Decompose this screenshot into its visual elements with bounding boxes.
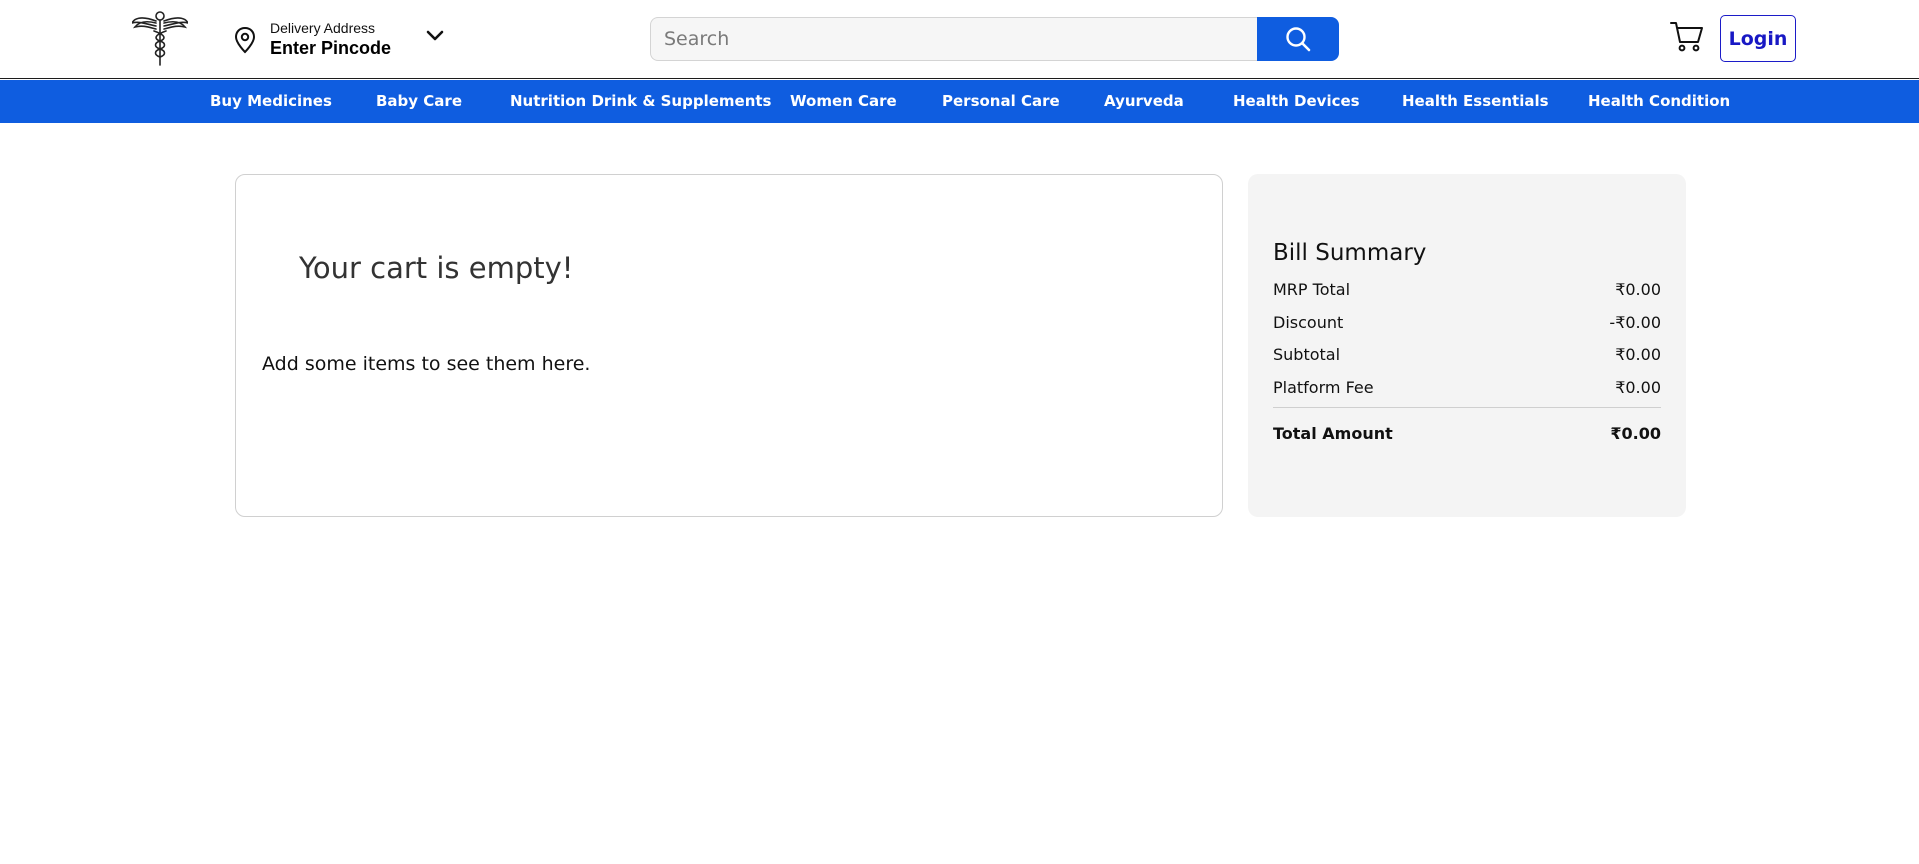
bill-row-value: ₹0.00 (1615, 378, 1661, 397)
cart-icon[interactable] (1670, 20, 1704, 53)
bill-row-label: MRP Total (1273, 280, 1351, 299)
nav-item-health-condition[interactable]: Health Condition (1588, 80, 1730, 123)
bill-row-subtotal: Subtotal ₹0.00 (1273, 345, 1661, 367)
nav-item-buy-medicines[interactable]: Buy Medicines (210, 80, 332, 123)
bill-row-label: Discount (1273, 313, 1344, 332)
bill-summary: Bill Summary MRP Total ₹0.00 Discount -₹… (1248, 174, 1686, 517)
login-button[interactable]: Login (1720, 15, 1796, 62)
bill-row-label: Subtotal (1273, 345, 1341, 364)
total-amount-value: ₹0.00 (1610, 424, 1661, 443)
bill-row-value: -₹0.00 (1609, 313, 1661, 332)
nav-item-personal-care[interactable]: Personal Care (942, 80, 1060, 123)
bill-row-total-amount: Total Amount ₹0.00 (1273, 424, 1661, 446)
empty-cart-title: Your cart is empty! (299, 251, 574, 285)
total-amount-label: Total Amount (1273, 424, 1393, 443)
bill-row-platform-fee: Platform Fee ₹0.00 (1273, 378, 1661, 400)
nav-item-women-care[interactable]: Women Care (790, 80, 897, 123)
search-button[interactable] (1257, 17, 1339, 61)
bill-row-mrp-total: MRP Total ₹0.00 (1273, 280, 1661, 302)
category-nav: Buy Medicines Baby Care Nutrition Drink … (0, 80, 1919, 123)
nav-item-ayurveda[interactable]: Ayurveda (1104, 80, 1184, 123)
bill-divider (1273, 407, 1661, 408)
top-header: Delivery Address Enter Pincode Login (0, 0, 1919, 79)
empty-cart-message: Add some items to see them here. (262, 353, 591, 375)
bill-row-value: ₹0.00 (1615, 280, 1661, 299)
search-icon (1286, 27, 1311, 52)
cart-panel: Your cart is empty! Add some items to se… (235, 174, 1223, 517)
nav-item-health-devices[interactable]: Health Devices (1233, 80, 1360, 123)
delivery-address-label: Delivery Address (270, 20, 376, 36)
nav-item-health-essentials[interactable]: Health Essentials (1402, 80, 1549, 123)
caduceus-logo-icon[interactable] (132, 9, 188, 66)
search-bar (650, 17, 1339, 61)
delivery-address[interactable]: Delivery Address Enter Pincode (270, 19, 391, 59)
pincode-value[interactable]: Enter Pincode (270, 37, 391, 59)
nav-item-baby-care[interactable]: Baby Care (376, 80, 462, 123)
bill-row-label: Platform Fee (1273, 378, 1374, 397)
nav-item-nutrition[interactable]: Nutrition Drink & Supplements (510, 80, 771, 123)
search-input[interactable] (650, 17, 1258, 61)
chevron-down-icon[interactable] (425, 28, 445, 44)
bill-row-discount: Discount -₹0.00 (1273, 313, 1661, 335)
location-pin-icon (234, 26, 256, 54)
bill-summary-title: Bill Summary (1273, 240, 1427, 266)
bill-row-value: ₹0.00 (1615, 345, 1661, 364)
